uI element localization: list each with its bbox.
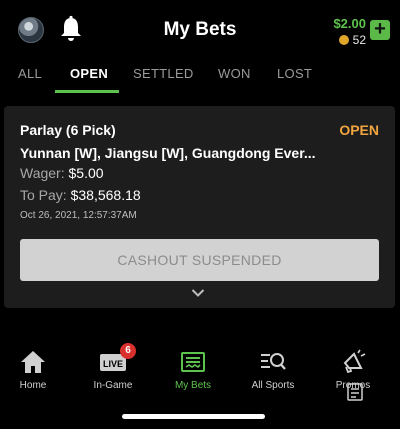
nav-in-game[interactable]: LIVE 6 In-Game bbox=[77, 343, 149, 391]
bet-type: Parlay (6 Pick) bbox=[20, 122, 116, 138]
bet-slip-icon bbox=[181, 352, 205, 372]
nav-my-bets-label: My Bets bbox=[174, 380, 212, 391]
wager-label: Wager: bbox=[20, 165, 65, 181]
balance-amount: $2.00 bbox=[333, 16, 366, 31]
megaphone-icon bbox=[343, 349, 366, 374]
coin-icon bbox=[338, 35, 349, 45]
tab-won[interactable]: WON bbox=[218, 66, 251, 81]
cashout-button[interactable]: CASHOUT SUSPENDED bbox=[20, 239, 379, 281]
wager-value: $5.00 bbox=[68, 165, 104, 181]
svg-text:LIVE: LIVE bbox=[103, 359, 123, 369]
wager-row: Wager: $5.00 bbox=[20, 165, 104, 181]
payout-row: To Pay: $38,568.18 bbox=[20, 187, 141, 203]
bottom-nav: Home LIVE 6 In-Game My Bets All Sports P… bbox=[0, 340, 400, 410]
tab-all[interactable]: ALL bbox=[18, 66, 42, 81]
add-funds-button[interactable]: + bbox=[370, 19, 390, 40]
chevron-down-icon[interactable] bbox=[191, 288, 205, 298]
bonus-row: 52 bbox=[333, 33, 366, 47]
tab-settled[interactable]: SETTLED bbox=[133, 66, 194, 81]
nav-in-game-label: In-Game bbox=[93, 380, 133, 391]
tab-open[interactable]: OPEN bbox=[70, 66, 108, 81]
nav-all-sports-label: All Sports bbox=[251, 380, 295, 391]
payout-label: To Pay: bbox=[20, 187, 67, 203]
bet-selections: Yunnan [W], Jiangsu [W], Guangdong Ever.… bbox=[20, 145, 316, 161]
live-count-badge: 6 bbox=[120, 343, 136, 359]
receipt-icon[interactable] bbox=[347, 383, 363, 401]
home-icon bbox=[21, 351, 45, 373]
bet-filter-tabs: ALL OPEN SETTLED WON LOST bbox=[0, 58, 400, 94]
nav-home-label: Home bbox=[19, 380, 47, 391]
home-indicator[interactable] bbox=[122, 414, 265, 419]
bet-timestamp: Oct 26, 2021, 12:57:37AM bbox=[20, 210, 137, 221]
tab-lost[interactable]: LOST bbox=[277, 66, 312, 81]
nav-home[interactable]: Home bbox=[0, 348, 69, 391]
bonus-value: 52 bbox=[352, 33, 366, 47]
account-balance[interactable]: $2.00 52 bbox=[333, 16, 366, 47]
payout-value: $38,568.18 bbox=[70, 187, 141, 203]
bet-status: OPEN bbox=[339, 122, 379, 138]
top-bar: My Bets $2.00 52 + bbox=[0, 0, 400, 58]
search-list-icon bbox=[261, 353, 286, 370]
bet-card[interactable]: Parlay (6 Pick) OPEN Yunnan [W], Jiangsu… bbox=[4, 106, 395, 308]
nav-all-sports[interactable]: All Sports bbox=[237, 348, 309, 391]
active-tab-indicator bbox=[55, 90, 119, 93]
nav-my-bets[interactable]: My Bets bbox=[157, 348, 229, 391]
